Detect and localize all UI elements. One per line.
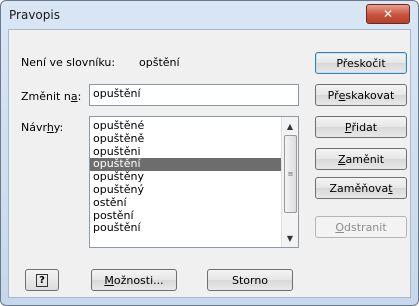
- delete-button[interactable]: Odstranit: [315, 216, 407, 238]
- list-item[interactable]: ostění: [90, 196, 282, 210]
- list-item[interactable]: opuštěný: [90, 183, 282, 197]
- list-item[interactable]: opuštěně: [90, 132, 282, 146]
- scroll-down-icon[interactable]: ▼: [282, 230, 298, 246]
- list-item[interactable]: opuštěné: [90, 119, 282, 133]
- change-button[interactable]: Zaměnit: [315, 148, 407, 170]
- help-button[interactable]: ?: [25, 269, 59, 291]
- skip-all-button[interactable]: Př e skakovat: [315, 84, 407, 106]
- suggestions-items: opuštěné opuštěně opuštěni opuštění opuš…: [90, 119, 282, 235]
- title-bar: Pravopis ✕: [1, 1, 418, 29]
- suggestions-list[interactable]: opuštěné opuštěně opuštěni opuštění opuš…: [89, 116, 299, 248]
- spelling-dialog: Pravopis ✕ Není ve slovníku: opštění Změ…: [0, 0, 419, 306]
- suggestions-scrollbar[interactable]: ▲ ≡ ▼: [281, 117, 298, 247]
- change-to-label: Změnit na:: [21, 90, 82, 103]
- scroll-up-icon[interactable]: ▲: [282, 118, 298, 134]
- help-icon: ?: [36, 273, 48, 287]
- grip-icon: ≡: [287, 170, 294, 178]
- list-item[interactable]: pouštění: [90, 222, 282, 235]
- suggestions-label: Návrhy:: [21, 121, 64, 134]
- not-in-dictionary-label: Není ve slovníku:: [21, 56, 116, 69]
- options-button[interactable]: Možnosti...: [91, 269, 177, 291]
- change-all-button[interactable]: Zaměňova t: [315, 177, 407, 199]
- close-icon: ✕: [382, 7, 394, 21]
- add-button[interactable]: Přidat: [315, 116, 407, 138]
- dialog-title: Pravopis: [9, 8, 60, 22]
- close-button[interactable]: ✕: [366, 4, 410, 24]
- cancel-button[interactable]: Storno: [207, 269, 293, 291]
- skip-button[interactable]: Přeskočit: [315, 52, 407, 74]
- dialog-body: Není ve slovníku: opštění Změnit na: opu…: [8, 29, 411, 298]
- change-to-input[interactable]: opuštění: [89, 84, 299, 106]
- not-in-dictionary-word: opštění: [139, 56, 180, 69]
- scroll-thumb[interactable]: ≡: [284, 135, 297, 213]
